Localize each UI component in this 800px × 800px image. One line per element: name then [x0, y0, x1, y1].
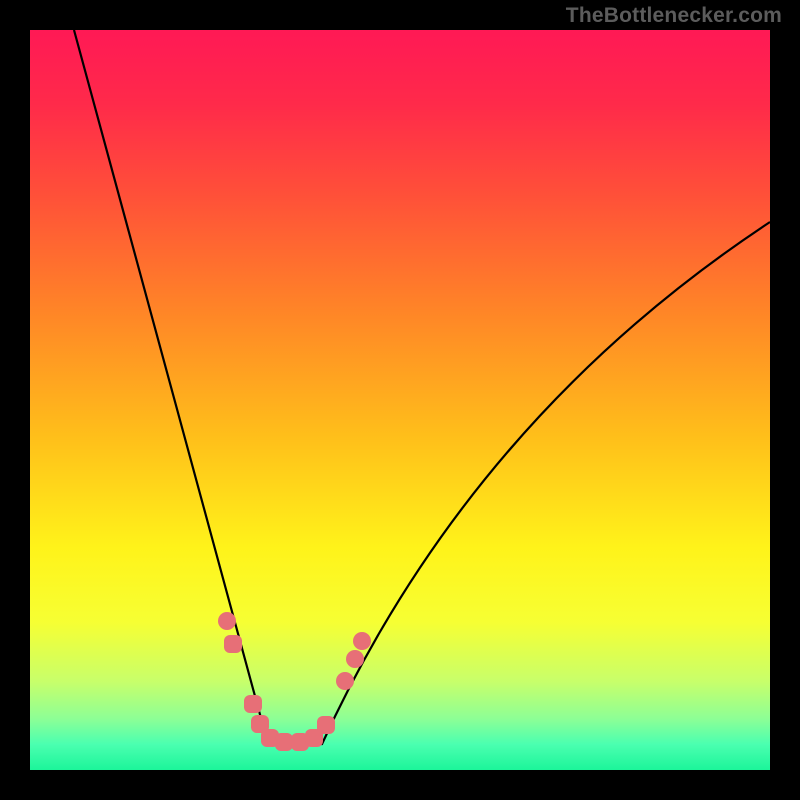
pink-marker-circle [353, 632, 371, 650]
pink-marker-rect [317, 716, 335, 734]
pink-marker-circle [346, 650, 364, 668]
pink-marker-rect [275, 733, 293, 751]
pink-marker-circle [336, 672, 354, 690]
chart-svg [0, 0, 800, 800]
pink-marker-circle [218, 612, 236, 630]
chart-stage: TheBottlenecker.com [0, 0, 800, 800]
pink-marker-rect [244, 695, 262, 713]
plot-area [30, 30, 770, 770]
pink-marker-rect [224, 635, 242, 653]
